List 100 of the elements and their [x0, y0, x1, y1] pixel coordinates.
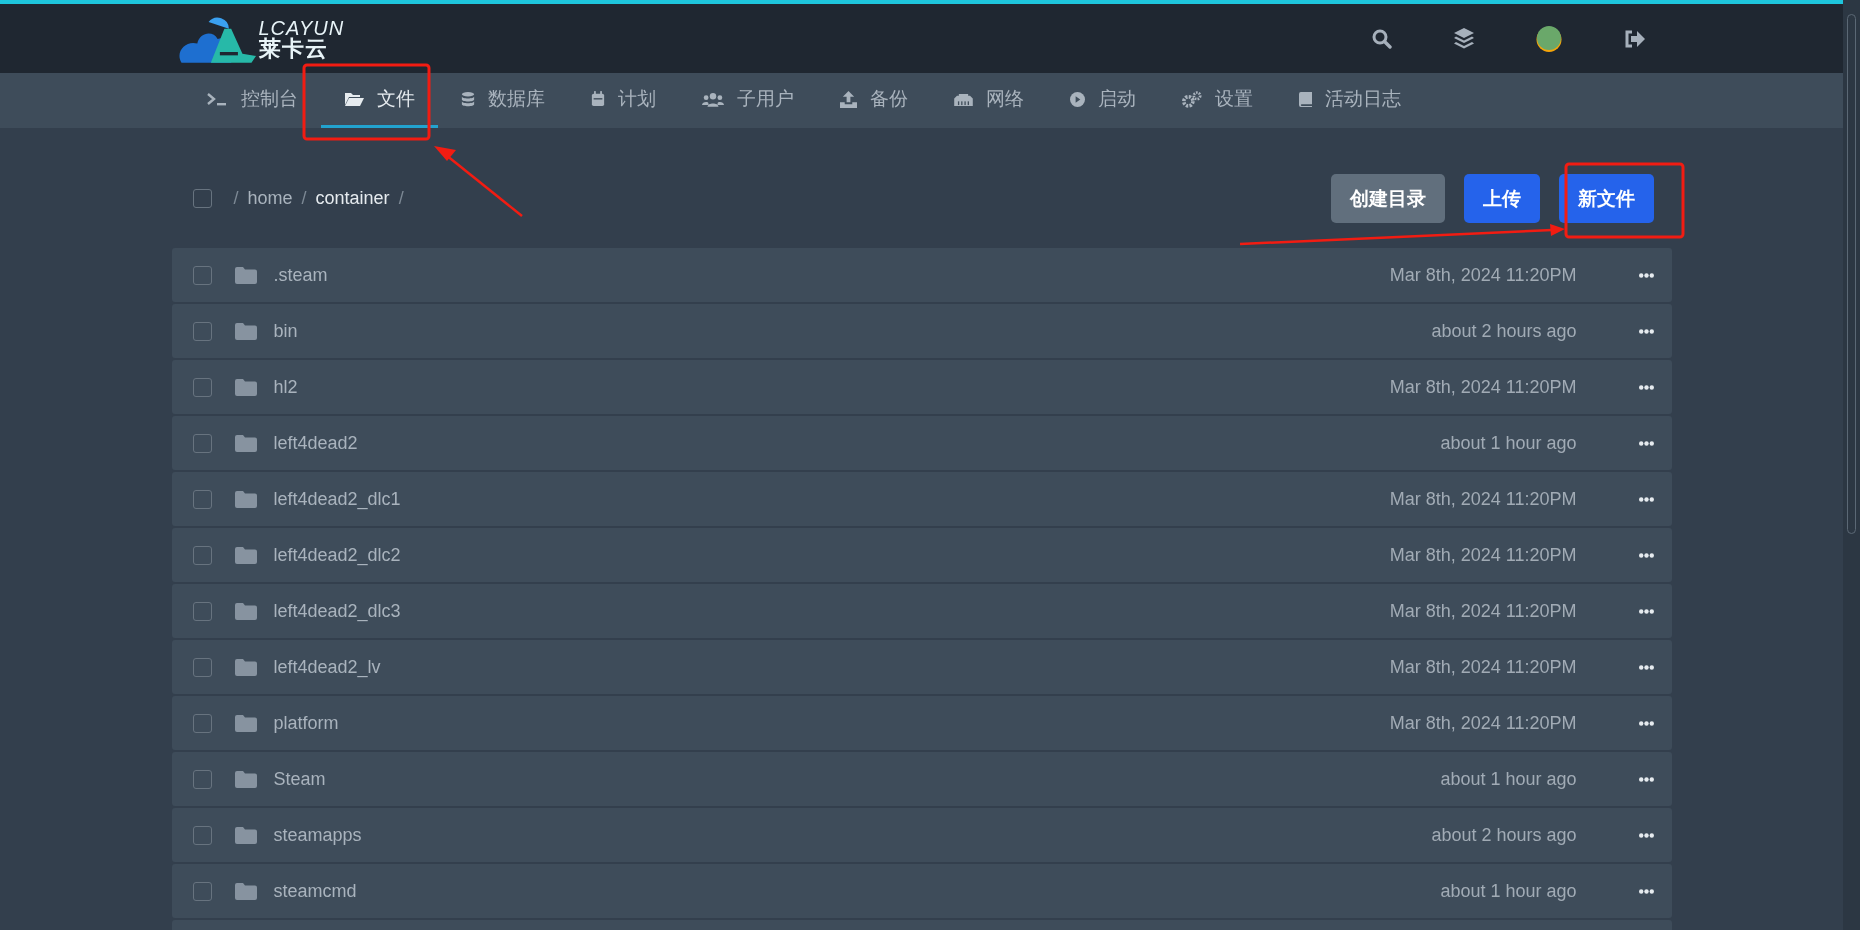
create-folder-button[interactable]: 创建目录 — [1330, 174, 1445, 223]
modified-time: about 2 hours ago — [1431, 824, 1577, 846]
more-icon[interactable] — [1638, 552, 1654, 558]
checkbox[interactable] — [192, 189, 212, 208]
modified-time: about 1 hour ago — [1440, 768, 1577, 790]
more-icon[interactable] — [1638, 384, 1654, 390]
modified-time: Mar 8th, 2024 11:20PM — [1389, 544, 1577, 566]
path-separator: / — [301, 188, 307, 209]
file-row[interactable]: .steam Mar 8th, 2024 11:20PM — [171, 248, 1672, 302]
terminal-icon — [205, 91, 228, 107]
nav-tab[interactable]: 设置 — [1158, 73, 1276, 128]
more-icon[interactable] — [1638, 720, 1654, 726]
file-row[interactable]: hl2 Mar 8th, 2024 11:20PM — [171, 360, 1672, 414]
file-row[interactable]: platform Mar 8th, 2024 11:20PM — [171, 696, 1672, 750]
nav-tab[interactable]: 网络 — [930, 73, 1047, 128]
file-row[interactable]: left4dead2_dlc3 Mar 8th, 2024 11:20PM — [171, 584, 1672, 638]
database-icon — [460, 90, 475, 108]
folder-icon — [234, 434, 257, 452]
file-name: steamcmd — [273, 880, 358, 902]
file-row[interactable]: left4dead2 about 1 hour ago — [171, 416, 1672, 470]
file-name: left4dead2_lv — [273, 656, 382, 678]
more-icon[interactable] — [1638, 832, 1654, 838]
nav-tab[interactable]: 子用户 — [678, 73, 817, 128]
file-name: .steam — [273, 264, 329, 286]
users-icon — [701, 91, 724, 107]
scrollbar[interactable] — [1843, 0, 1860, 930]
more-icon[interactable] — [1638, 328, 1654, 334]
checkbox[interactable] — [192, 377, 212, 397]
checkbox[interactable] — [192, 265, 212, 285]
nav-tab[interactable]: 备份 — [816, 73, 931, 128]
file-row[interactable]: left4dead2_dlc1 Mar 8th, 2024 11:20PM — [171, 472, 1672, 526]
file-name: platform — [273, 712, 340, 734]
logout-icon[interactable] — [1623, 29, 1645, 48]
file-name: left4dead2_dlc1 — [273, 488, 402, 510]
play-icon — [1069, 91, 1085, 107]
file-name: left4dead2_dlc2 — [273, 544, 402, 566]
modified-time: Mar 8th, 2024 11:20PM — [1389, 264, 1577, 286]
checkbox[interactable] — [192, 769, 212, 789]
file-row[interactable]: Steam about 1 hour ago — [171, 752, 1672, 806]
nav-tab[interactable]: 控制台 — [182, 73, 321, 128]
folder-icon — [234, 490, 257, 508]
more-icon[interactable] — [1638, 776, 1654, 782]
checkbox[interactable] — [192, 433, 212, 453]
folder-icon — [234, 322, 257, 340]
file-name: bin — [273, 320, 299, 342]
search-icon[interactable] — [1371, 28, 1392, 49]
modified-time: Mar 8th, 2024 11:20PM — [1389, 712, 1577, 734]
more-icon[interactable] — [1638, 888, 1654, 894]
upload-icon — [839, 90, 857, 108]
folder-icon — [234, 546, 257, 564]
folder-icon — [234, 658, 257, 676]
more-icon[interactable] — [1638, 664, 1654, 670]
file-row[interactable]: steamapps about 2 hours ago — [171, 808, 1672, 862]
checkbox[interactable] — [192, 545, 212, 565]
file-name: left4dead2 — [273, 432, 359, 454]
folder-icon — [234, 602, 257, 620]
checkbox[interactable] — [192, 657, 212, 677]
layers-icon[interactable] — [1453, 28, 1474, 49]
file-row[interactable]: steamcmd about 1 hour ago — [171, 864, 1672, 918]
more-icon[interactable] — [1638, 272, 1654, 278]
modified-time: Mar 8th, 2024 11:20PM — [1389, 656, 1577, 678]
calendar-icon — [590, 91, 605, 107]
file-row[interactable]: bin about 2 hours ago — [171, 304, 1672, 358]
more-icon[interactable] — [1638, 440, 1654, 446]
network-icon — [953, 92, 973, 106]
nav-tab[interactable]: 计划 — [567, 73, 679, 128]
checkbox[interactable] — [192, 601, 212, 621]
nav-tab[interactable]: 活动日志 — [1275, 73, 1424, 128]
folder-icon — [234, 770, 257, 788]
avatar-icon[interactable] — [1535, 25, 1562, 52]
action-button[interactable]: 上传 — [1463, 174, 1540, 223]
nav-tab[interactable]: 数据库 — [437, 73, 568, 128]
book-icon — [1298, 91, 1312, 107]
checkbox[interactable] — [192, 489, 212, 509]
more-icon[interactable] — [1638, 608, 1654, 614]
folder-icon — [234, 826, 257, 844]
nav-tab[interactable]: 启动 — [1046, 73, 1159, 128]
modified-time: Mar 8th, 2024 11:20PM — [1389, 488, 1577, 510]
file-name: Steam — [273, 768, 327, 790]
file-name: steamapps — [273, 824, 363, 846]
checkbox[interactable] — [192, 881, 212, 901]
action-button[interactable]: 新文件 — [1558, 174, 1654, 223]
folder-icon — [234, 882, 257, 900]
folder-icon — [234, 378, 257, 396]
checkbox[interactable] — [192, 321, 212, 341]
breadcrumb-link[interactable]: container — [315, 188, 390, 209]
more-icon[interactable] — [1638, 496, 1654, 502]
checkbox[interactable] — [192, 713, 212, 733]
file-row[interactable]: left4dead2_dlc2 Mar 8th, 2024 11:20PM — [171, 528, 1672, 582]
file-row[interactable]: left4dead2_lv Mar 8th, 2024 11:20PM — [171, 640, 1672, 694]
modified-time: about 2 hours ago — [1431, 320, 1577, 342]
breadcrumb-link[interactable]: home — [247, 188, 293, 209]
modified-time: Mar 8th, 2024 11:20PM — [1389, 376, 1577, 398]
modified-time: about 1 hour ago — [1440, 880, 1577, 902]
nav-tab[interactable]: 文件 — [320, 73, 438, 128]
path-separator: / — [398, 188, 404, 209]
checkbox[interactable] — [192, 825, 212, 845]
path-separator: / — [233, 188, 239, 209]
file-name: left4dead2_dlc3 — [273, 600, 402, 622]
logo-text: LCAYUN — [258, 17, 345, 38]
